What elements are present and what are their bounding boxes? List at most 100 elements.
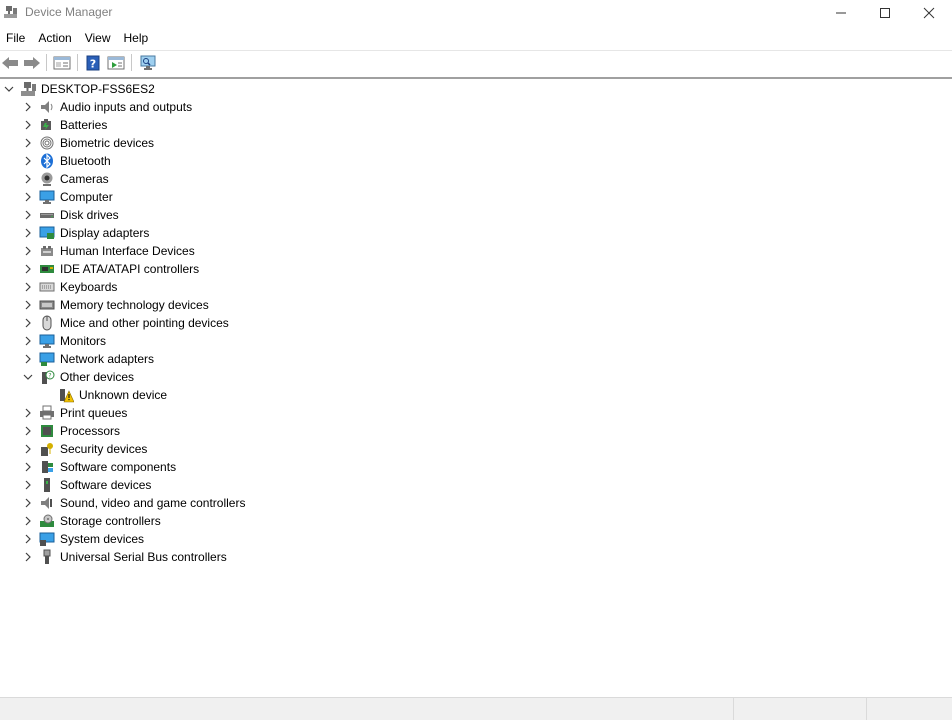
tree-category-item[interactable]: Sound, video and game controllers <box>0 494 952 512</box>
tree-category-item[interactable]: Universal Serial Bus controllers <box>0 548 952 566</box>
chevron-right-icon[interactable] <box>23 516 33 526</box>
other-devices-icon: ? <box>42 370 55 384</box>
tree-category-item[interactable]: Audio inputs and outputs <box>0 98 952 116</box>
category-label: Computer <box>60 190 113 204</box>
category-label: Monitors <box>60 334 107 348</box>
security-key-icon <box>41 443 53 456</box>
svg-text:?: ? <box>48 373 51 380</box>
chevron-right-icon[interactable] <box>23 354 33 364</box>
show-hide-console-tree-button[interactable] <box>52 53 72 73</box>
chevron-right-icon[interactable] <box>23 120 33 130</box>
tree-category-item[interactable]: Display adapters <box>0 224 952 242</box>
chevron-right-icon[interactable] <box>23 480 33 490</box>
tree-category-item[interactable]: Print queues <box>0 404 952 422</box>
chevron-right-icon[interactable] <box>23 138 33 148</box>
chevron-right-icon[interactable] <box>23 534 33 544</box>
tree-device-item[interactable]: Unknown device <box>0 386 952 404</box>
tree-category-item[interactable]: Mice and other pointing devices <box>0 314 952 332</box>
camera-icon <box>41 172 53 186</box>
computer-icon <box>21 82 36 96</box>
back-button[interactable] <box>0 53 20 73</box>
close-button[interactable] <box>906 0 952 25</box>
chevron-right-icon[interactable] <box>23 174 33 184</box>
disk-drive-icon <box>40 213 54 218</box>
tree-category-item[interactable]: Cameras <box>0 170 952 188</box>
tree-category-item[interactable]: Security devices <box>0 440 952 458</box>
category-label: Software devices <box>60 478 152 492</box>
tree-root-node[interactable]: DESKTOP-FSS6ES2 <box>0 80 952 98</box>
tree-category-item[interactable]: Storage controllers <box>0 512 952 530</box>
device-label: Unknown device <box>79 388 168 402</box>
chevron-down-icon[interactable] <box>23 372 33 382</box>
chevron-right-icon[interactable] <box>23 210 33 220</box>
category-label: Network adapters <box>60 352 155 366</box>
tree-category-item[interactable]: Processors <box>0 422 952 440</box>
chevron-right-icon[interactable] <box>23 228 33 238</box>
menu-file[interactable]: File <box>0 28 31 48</box>
chevron-right-icon[interactable] <box>23 498 33 508</box>
category-label: Human Interface Devices <box>60 244 195 258</box>
chevron-right-icon[interactable] <box>23 300 33 310</box>
tree-category-item[interactable]: Computer <box>0 188 952 206</box>
monitor-icon <box>39 334 55 348</box>
menu-help[interactable]: Help <box>118 28 155 48</box>
system-devices-icon <box>39 532 55 546</box>
category-label: Keyboards <box>60 280 118 294</box>
sound-icon <box>41 497 52 509</box>
computer-name-label: DESKTOP-FSS6ES2 <box>41 82 155 96</box>
tree-category-item[interactable]: Batteries <box>0 116 952 134</box>
forward-button[interactable] <box>22 53 42 73</box>
software-component-icon <box>42 461 53 473</box>
unknown-device-warning-icon <box>60 389 74 403</box>
toolbar-separator <box>46 54 47 71</box>
tree-category-item[interactable]: System devices <box>0 530 952 548</box>
tree-category-item[interactable]: Human Interface Devices <box>0 242 952 260</box>
chevron-right-icon[interactable] <box>23 192 33 202</box>
keyboard-icon <box>39 282 55 292</box>
tree-category-item[interactable]: IDE ATA/ATAPI controllers <box>0 260 952 278</box>
chevron-right-icon[interactable] <box>23 102 33 112</box>
menu-action[interactable]: Action <box>32 28 77 48</box>
tree-category-item[interactable]: ? Other devices <box>0 368 952 386</box>
bluetooth-icon <box>41 153 53 169</box>
chevron-right-icon[interactable] <box>23 156 33 166</box>
menu-view[interactable]: View <box>79 28 117 48</box>
scan-hardware-changes-button[interactable] <box>138 53 158 73</box>
category-label: Storage controllers <box>60 514 161 528</box>
tree-category-item[interactable]: Biometric devices <box>0 134 952 152</box>
chevron-right-icon[interactable] <box>23 552 33 562</box>
tree-category-item[interactable]: Keyboards <box>0 278 952 296</box>
chevron-right-icon[interactable] <box>23 282 33 292</box>
category-label: IDE ATA/ATAPI controllers <box>60 262 200 276</box>
properties-button[interactable] <box>106 53 126 73</box>
maximize-button[interactable] <box>862 0 908 25</box>
chevron-down-icon[interactable] <box>4 84 14 94</box>
chevron-right-icon[interactable] <box>23 246 33 256</box>
chevron-right-icon[interactable] <box>23 318 33 328</box>
tree-category-item[interactable]: Software devices <box>0 476 952 494</box>
tree-category-item[interactable]: Network adapters <box>0 350 952 368</box>
scan-hardware-icon <box>140 55 156 70</box>
tree-category-item[interactable]: Memory technology devices <box>0 296 952 314</box>
category-label: Audio inputs and outputs <box>60 100 193 114</box>
toolbar: ? <box>0 50 952 74</box>
tree-category-item[interactable]: Monitors <box>0 332 952 350</box>
minimize-button[interactable] <box>818 0 864 25</box>
chevron-right-icon[interactable] <box>23 336 33 346</box>
category-label: Cameras <box>60 172 109 186</box>
software-device-icon <box>44 478 50 492</box>
help-button[interactable]: ? <box>83 53 103 73</box>
chevron-right-icon[interactable] <box>23 408 33 418</box>
chevron-right-icon[interactable] <box>23 462 33 472</box>
category-label: Security devices <box>60 442 148 456</box>
chevron-right-icon[interactable] <box>23 426 33 436</box>
tree-category-item[interactable]: Software components <box>0 458 952 476</box>
category-label: Batteries <box>60 118 108 132</box>
chevron-right-icon[interactable] <box>23 444 33 454</box>
tree-category-item[interactable]: Bluetooth <box>0 152 952 170</box>
chevron-right-icon[interactable] <box>23 264 33 274</box>
tree-category-item[interactable]: Disk drives <box>0 206 952 224</box>
computer-icon <box>39 190 55 204</box>
category-label: Biometric devices <box>60 136 155 150</box>
mouse-icon <box>42 315 52 331</box>
